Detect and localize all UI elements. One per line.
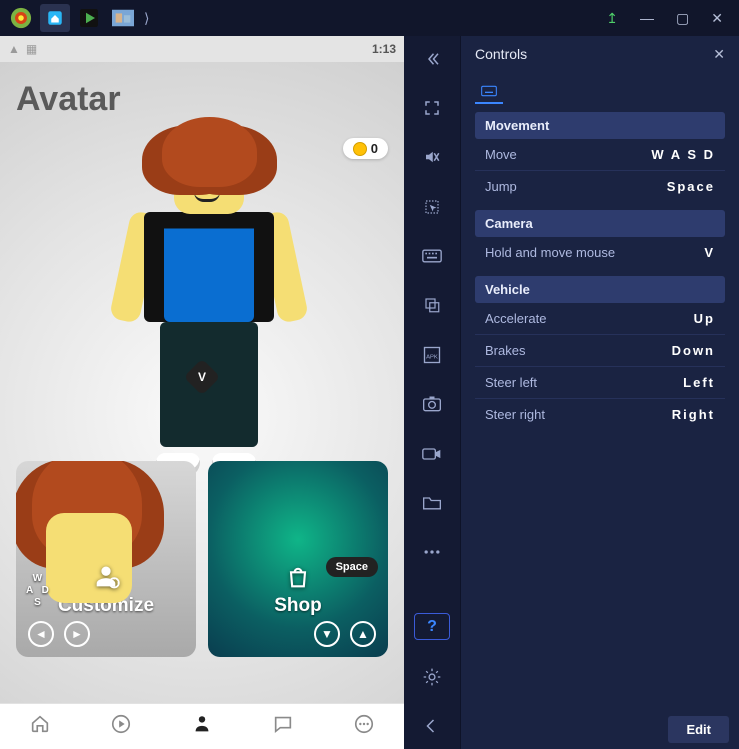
controls-tabs: [461, 72, 739, 104]
wasd-overlay: W A D S: [26, 573, 49, 609]
side-toolbar: APK ?: [404, 36, 460, 749]
control-row: BrakesDown: [475, 334, 725, 366]
controls-panel: Controls ✕ Movement MoveW A S D JumpSpac…: [460, 36, 739, 749]
control-row: Steer leftLeft: [475, 366, 725, 398]
play-store-icon: [80, 9, 98, 27]
home-icon: [46, 9, 64, 27]
avatar-icon: [191, 713, 213, 735]
svg-text:APK: APK: [426, 354, 438, 360]
record-button[interactable]: [414, 441, 450, 466]
control-row: AccelerateUp: [475, 303, 725, 334]
screenshot-button[interactable]: [414, 392, 450, 417]
tabs-overflow: ⟩: [144, 10, 149, 27]
section-heading: Movement: [475, 112, 725, 139]
control-row: Hold and move mouseV: [475, 237, 725, 268]
game-panel: ▲ ▦ 1:13 Avatar 0 V W: [0, 36, 404, 749]
shop-bag-icon: [284, 563, 312, 591]
game-thumb-icon: [112, 9, 134, 27]
section-heading: Camera: [475, 210, 725, 237]
back-button[interactable]: [414, 714, 450, 739]
titlebar: ⟩ ↥ — ▢ ✕: [0, 0, 739, 36]
control-row: MoveW A S D: [475, 139, 725, 170]
maximize-button[interactable]: ▢: [676, 10, 689, 27]
fullscreen-button[interactable]: [414, 95, 450, 120]
customize-card[interactable]: W A D S Customize ◄ ►: [16, 461, 196, 657]
minimize-button[interactable]: —: [640, 10, 654, 27]
bottom-nav: [0, 703, 404, 749]
main-area: ▲ ▦ 1:13 Avatar 0 V W: [0, 36, 739, 749]
media-folder-button[interactable]: [414, 490, 450, 515]
android-statusbar: ▲ ▦ 1:13: [0, 36, 404, 62]
controls-panel-header: Controls ✕: [461, 36, 739, 72]
controls-panel-footer: Edit: [461, 709, 739, 749]
bluestacks-logo-tab[interactable]: [6, 4, 36, 32]
nav-avatar[interactable]: [191, 713, 213, 741]
bluestacks-logo-icon: [10, 7, 32, 29]
cursor-lock-button[interactable]: [414, 194, 450, 219]
controls-list: Movement MoveW A S D JumpSpace Camera Ho…: [461, 104, 739, 709]
gear-icon: [422, 667, 442, 687]
edit-controls-button[interactable]: Edit: [668, 716, 729, 743]
shop-label: Shop: [274, 595, 322, 617]
warning-icon: ▲: [8, 42, 20, 56]
nav-chat[interactable]: [272, 713, 294, 741]
collapse-toolbar-button[interactable]: [414, 46, 450, 71]
scheme-tab[interactable]: [475, 80, 503, 104]
volume-button[interactable]: [414, 145, 450, 170]
close-window-button[interactable]: ✕: [711, 10, 723, 27]
avatar-figure: [102, 107, 302, 477]
customize-icon: [92, 563, 120, 591]
avatar-viewport[interactable]: Avatar 0 V W A D S: [0, 62, 404, 703]
control-row: JumpSpace: [475, 170, 725, 202]
play-icon: [110, 713, 132, 735]
shop-up-button[interactable]: ▲: [350, 621, 376, 647]
more-tools-button[interactable]: [414, 540, 450, 565]
space-key-badge: Space: [326, 557, 378, 577]
controls-panel-title: Controls: [475, 46, 527, 62]
close-panel-button[interactable]: ✕: [713, 46, 725, 63]
apps-icon: ▦: [26, 42, 37, 56]
cards-row: W A D S Customize ◄ ► Space Shop: [16, 461, 388, 657]
section-heading: Vehicle: [475, 276, 725, 303]
chat-icon: [272, 713, 294, 735]
game-tab[interactable]: [108, 4, 138, 32]
nav-play[interactable]: [110, 713, 132, 741]
keyboard-icon: [481, 84, 497, 98]
keymapping-button[interactable]: [414, 243, 450, 268]
home-icon: [29, 713, 51, 735]
more-icon: [353, 713, 375, 735]
settings-button[interactable]: [414, 664, 450, 689]
home-tab[interactable]: [40, 4, 70, 32]
customize-next-button[interactable]: ►: [64, 621, 90, 647]
play-store-tab[interactable]: [74, 4, 104, 32]
shop-card[interactable]: Space Shop ▼ ▲: [208, 461, 388, 657]
multi-instance-button[interactable]: [414, 293, 450, 318]
control-row: Steer rightRight: [475, 398, 725, 430]
shop-down-button[interactable]: ▼: [314, 621, 340, 647]
coin-counter[interactable]: 0: [343, 138, 388, 159]
upload-icon[interactable]: ↥: [606, 10, 618, 27]
help-button[interactable]: ?: [414, 613, 450, 640]
clock: 1:13: [372, 42, 396, 56]
nav-more[interactable]: [353, 713, 375, 741]
install-apk-button[interactable]: APK: [414, 342, 450, 367]
nav-home[interactable]: [29, 713, 51, 741]
customize-prev-button[interactable]: ◄: [28, 621, 54, 647]
